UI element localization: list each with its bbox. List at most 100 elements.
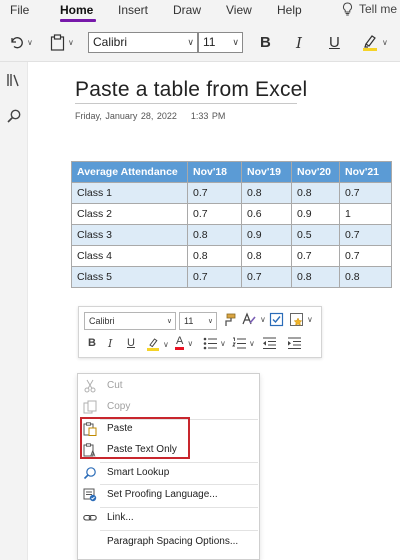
underline-button[interactable]: U [329, 34, 340, 51]
chevron-down-icon: ∨ [207, 318, 213, 325]
page-title[interactable]: Paste a table from Excel [75, 78, 307, 102]
context-item-label: Smart Lookup [107, 467, 170, 478]
star-tag-icon [290, 313, 303, 326]
tags-button[interactable]: ∨ [289, 312, 313, 327]
table-cell[interactable]: Class 3 [71, 224, 188, 246]
table-header-cell[interactable]: Nov'19 [241, 161, 292, 183]
table-cell[interactable]: 0.7 [291, 245, 340, 267]
table-header-cell[interactable]: Average Attendance [71, 161, 188, 183]
menu-view[interactable]: View [226, 3, 252, 17]
numbered-list-icon [232, 337, 246, 349]
table-cell[interactable]: 0.8 [291, 266, 340, 288]
mini-font-color-button[interactable]: A ∨ [175, 336, 193, 350]
clipboard-icon [50, 33, 65, 51]
context-item-cut[interactable]: Cut [78, 376, 259, 396]
proofing-language-icon [83, 488, 97, 502]
context-item-label: Copy [107, 401, 131, 412]
bullet-list-icon [203, 337, 217, 350]
font-size-dropdown[interactable]: 11 ∨ [198, 32, 243, 53]
menu-draw[interactable]: Draw [173, 3, 201, 17]
chevron-down-icon: ∨ [249, 339, 255, 348]
mini-font-value: Calibri [89, 316, 115, 326]
smart-lookup-icon [83, 467, 96, 480]
bullets-button[interactable]: ∨ [203, 337, 226, 350]
context-item-label: Set Proofing Language... [107, 489, 218, 500]
todo-tag-icon[interactable] [269, 312, 284, 327]
notebooks-icon[interactable] [6, 72, 22, 88]
format-painter-icon[interactable] [222, 313, 236, 327]
menu-insert[interactable]: Insert [118, 3, 148, 17]
table-cell[interactable]: 0.8 [187, 224, 242, 246]
table-cell[interactable]: Class 2 [71, 203, 188, 225]
clipboard-button[interactable]: ∨ [50, 31, 74, 53]
context-item-link[interactable]: Link... [78, 508, 259, 528]
table-cell[interactable]: 0.7 [187, 182, 242, 204]
table-cell[interactable]: 0.9 [291, 203, 340, 225]
chevron-down-icon: ∨ [187, 338, 194, 348]
table-cell[interactable]: 0.7 [187, 203, 242, 225]
paste-options-highlight [80, 417, 190, 459]
mini-underline-button[interactable]: U [127, 337, 135, 349]
table-row: Class 3 0.8 0.9 0.5 0.7 [71, 224, 392, 246]
mini-bold-button[interactable]: B [88, 337, 96, 349]
table-cell[interactable]: 0.7 [339, 182, 392, 204]
table-cell[interactable]: 0.8 [241, 245, 292, 267]
context-item-set-proofing-language[interactable]: Set Proofing Language... [78, 485, 259, 505]
copy-icon [83, 400, 97, 414]
table-cell[interactable]: 0.8 [187, 245, 242, 267]
left-rail [0, 62, 28, 560]
search-icon[interactable] [6, 108, 22, 124]
mini-italic-button[interactable]: I [108, 337, 112, 350]
context-item-paragraph-spacing-options[interactable]: Paragraph Spacing Options... [78, 532, 259, 552]
table-cell[interactable]: 0.8 [339, 266, 392, 288]
floating-mini-toolbar: Calibri ∨ 11 ∨ ∨ ∨ B I U ∨ A ∨ ∨ ∨ [78, 306, 322, 358]
table-header-cell[interactable]: Nov'18 [187, 161, 242, 183]
tell-me-search[interactable]: Tell me [342, 2, 397, 16]
mini-font-dropdown[interactable]: Calibri ∨ [84, 312, 176, 330]
chevron-down-icon: ∨ [68, 37, 74, 47]
link-icon [83, 514, 97, 521]
italic-button[interactable]: I [296, 34, 302, 52]
chevron-down-icon: ∨ [27, 37, 33, 47]
table-header-cell[interactable]: Nov'20 [291, 161, 340, 183]
context-item-label: Cut [107, 380, 123, 391]
table-cell[interactable]: 0.7 [339, 224, 392, 246]
attendance-table[interactable]: Average Attendance Nov'18 Nov'19 Nov'20 … [71, 161, 392, 288]
mini-size-dropdown[interactable]: 11 ∨ [179, 312, 217, 330]
menu-home[interactable]: Home [60, 3, 93, 17]
undo-button[interactable]: ∨ [8, 31, 33, 53]
chevron-down-icon: ∨ [382, 37, 388, 47]
page-date: Friday, January 28, 2022 [75, 111, 177, 121]
table-cell[interactable]: 0.6 [241, 203, 292, 225]
highlighter-icon [147, 338, 159, 351]
context-item-copy[interactable]: Copy [78, 397, 259, 417]
table-cell[interactable]: 0.7 [187, 266, 242, 288]
highlight-button[interactable]: ∨ [361, 31, 388, 53]
table-cell[interactable]: 0.5 [291, 224, 340, 246]
table-header-cell[interactable]: Nov'21 [339, 161, 392, 183]
increase-indent-icon[interactable] [287, 337, 301, 350]
font-size-value: 11 [203, 35, 216, 49]
bold-button[interactable]: B [260, 34, 271, 51]
menu-help[interactable]: Help [277, 3, 302, 17]
table-cell[interactable]: Class 5 [71, 266, 188, 288]
font-family-dropdown[interactable]: Calibri ∨ [88, 32, 198, 53]
chevron-down-icon: ∨ [220, 339, 226, 348]
table-cell[interactable]: 0.7 [241, 266, 292, 288]
context-item-smart-lookup[interactable]: Smart Lookup [78, 463, 259, 483]
mini-highlight-button[interactable]: ∨ [146, 337, 169, 351]
table-cell[interactable]: 0.9 [241, 224, 292, 246]
chevron-down-icon: ∨ [260, 314, 266, 324]
table-cell[interactable]: 0.8 [291, 182, 340, 204]
decrease-indent-icon[interactable] [262, 337, 276, 350]
table-cell[interactable]: 0.8 [241, 182, 292, 204]
table-cell[interactable]: Class 4 [71, 245, 188, 267]
numbering-button[interactable]: ∨ [232, 337, 255, 350]
menu-file[interactable]: File [10, 3, 29, 17]
table-cell[interactable]: 0.7 [339, 245, 392, 267]
context-menu: Cut Copy Paste A Paste Text Only Smart L… [77, 373, 260, 560]
styles-button[interactable]: ∨ [241, 312, 266, 326]
table-cell[interactable]: 1 [339, 203, 392, 225]
table-cell[interactable]: Class 1 [71, 182, 188, 204]
page-time: 1:33 PM [190, 111, 226, 121]
